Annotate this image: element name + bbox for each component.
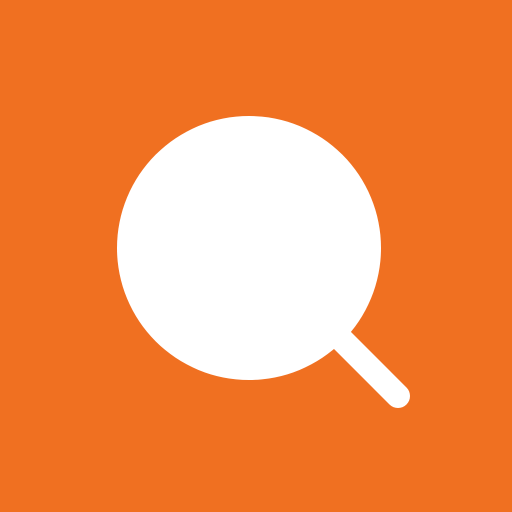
magnifier-lens xyxy=(117,116,381,380)
app-icon[interactable] xyxy=(0,0,512,512)
search-icon xyxy=(117,116,410,408)
magnifier-handle xyxy=(326,324,410,408)
